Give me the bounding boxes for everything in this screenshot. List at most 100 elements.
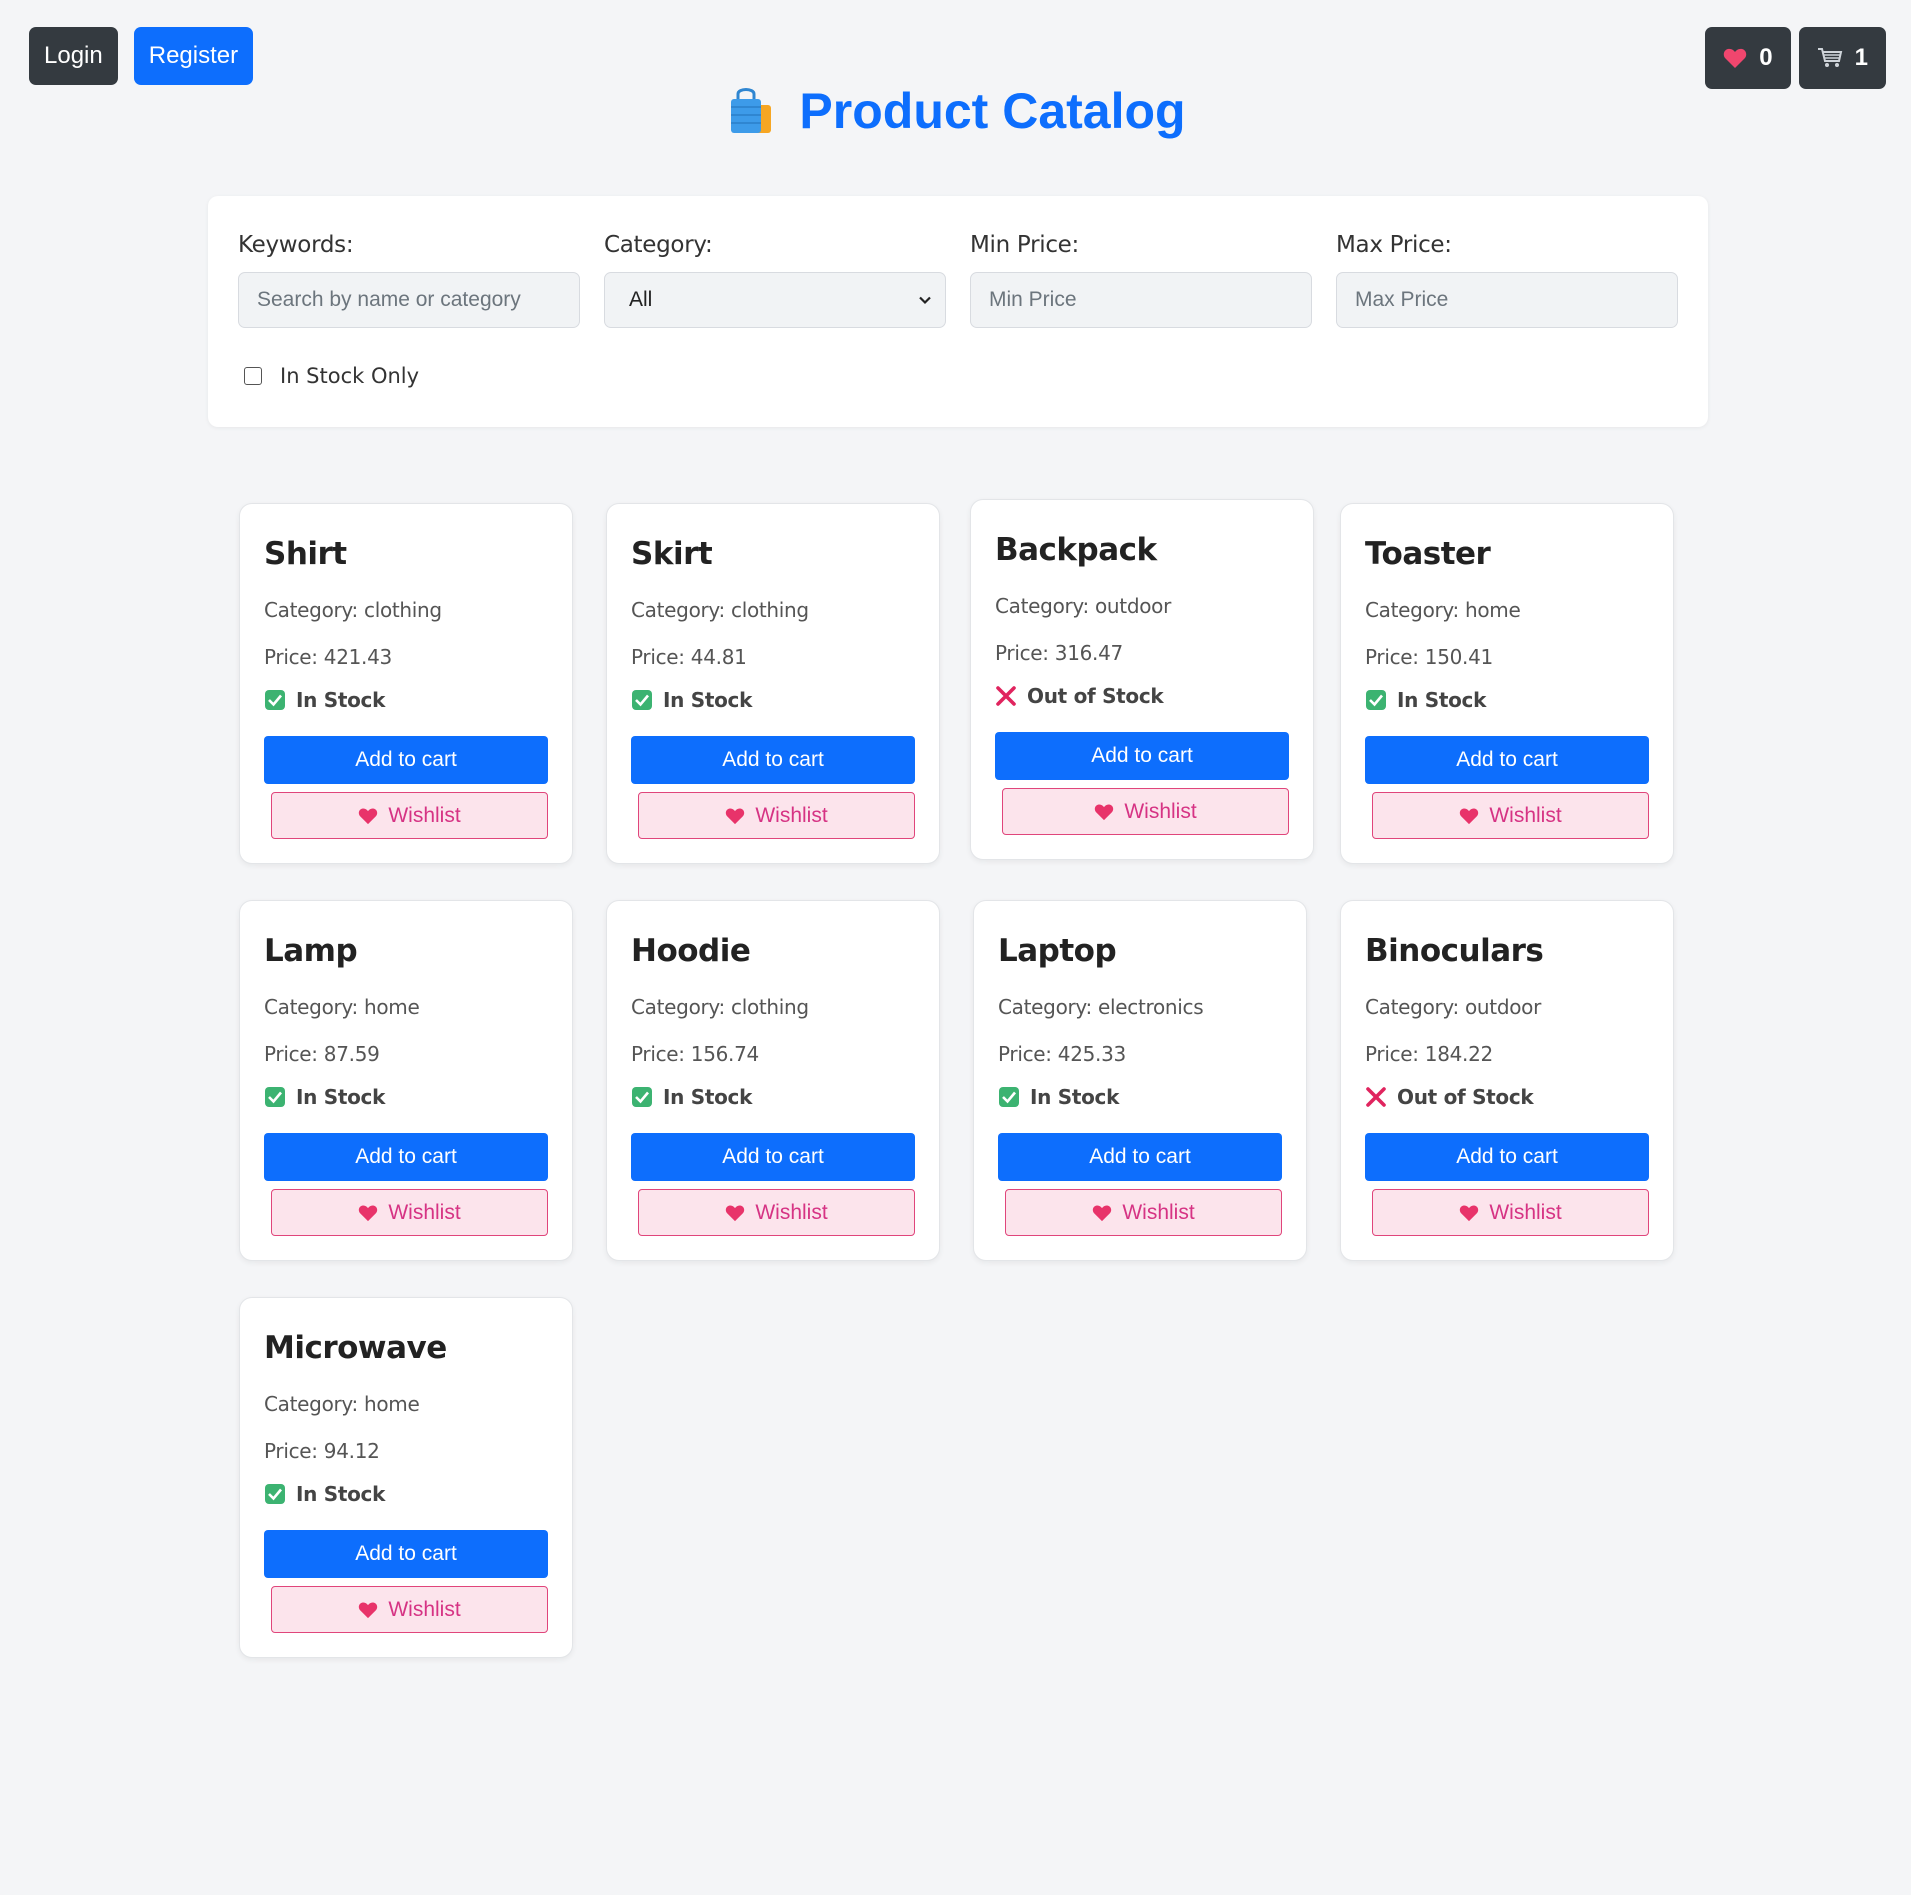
- product-price: Price: 421.43: [264, 645, 392, 669]
- wishlist-button-label: Wishlist: [1489, 1200, 1562, 1224]
- wishlist-button-label: Wishlist: [1122, 1200, 1195, 1224]
- stock-status-text: Out of Stock: [1027, 684, 1164, 708]
- stock-status: In Stock: [631, 688, 915, 712]
- add-to-cart-button[interactable]: Add to cart: [995, 732, 1289, 780]
- wishlist-button-label: Wishlist: [755, 803, 828, 827]
- product-card: Skirt Category: clothing Price: 44.81 In St…: [606, 503, 940, 864]
- product-card: Laptop Category: electronics Price: 425.33…: [973, 900, 1307, 1261]
- add-to-cart-button[interactable]: Add to cart: [264, 1530, 548, 1578]
- check-icon: [265, 690, 285, 710]
- keywords-label: Keywords:: [238, 232, 354, 258]
- wishlist-button[interactable]: Wishlist: [1372, 1189, 1649, 1236]
- product-card: Lamp Category: home Price: 87.59 In Stock Ad…: [239, 900, 573, 1261]
- chevron-down-icon: [919, 296, 931, 305]
- wishlist-button[interactable]: Wishlist: [1002, 788, 1289, 835]
- wishlist-button[interactable]: Wishlist: [1005, 1189, 1282, 1236]
- check-icon: [265, 1484, 285, 1504]
- keywords-input[interactable]: [238, 272, 580, 328]
- wishlist-button[interactable]: Wishlist: [638, 1189, 915, 1236]
- check-icon: [632, 1087, 652, 1107]
- login-button[interactable]: Login: [29, 27, 118, 85]
- category-label: Category:: [604, 232, 713, 258]
- wishlist-button[interactable]: Wishlist: [271, 1189, 548, 1236]
- product-card: Microwave Category: home Price: 94.12 In St…: [239, 1297, 573, 1658]
- product-price: Price: 425.33: [998, 1042, 1126, 1066]
- product-name: Skirt: [631, 536, 713, 572]
- in-stock-label: In Stock Only: [280, 364, 420, 388]
- stock-status-text: In Stock: [296, 1482, 386, 1506]
- wishlist-button-label: Wishlist: [388, 1597, 461, 1621]
- check-icon: [1366, 690, 1386, 710]
- wishlist-counter-button[interactable]: 0: [1705, 27, 1791, 89]
- wishlist-button[interactable]: Wishlist: [271, 1586, 548, 1633]
- wishlist-count: 0: [1759, 44, 1773, 71]
- stock-status-text: In Stock: [296, 1085, 386, 1109]
- max-price-input[interactable]: [1336, 272, 1678, 328]
- wishlist-button[interactable]: Wishlist: [271, 792, 548, 839]
- min-price-label: Min Price:: [970, 232, 1079, 258]
- product-name: Backpack: [995, 532, 1157, 568]
- filter-panel: Keywords: Category: All Min Price: Max P…: [208, 196, 1708, 427]
- cross-icon: [996, 686, 1016, 706]
- add-to-cart-button[interactable]: Add to cart: [1365, 1133, 1649, 1181]
- add-to-cart-button[interactable]: Add to cart: [998, 1133, 1282, 1181]
- product-name: Lamp: [264, 933, 358, 969]
- stock-status: Out of Stock: [995, 684, 1289, 708]
- product-card: Backpack Category: outdoor Price: 316.47 Ou…: [970, 499, 1314, 860]
- product-price: Price: 87.59: [264, 1042, 380, 1066]
- cart-counter-button[interactable]: 1: [1798, 27, 1886, 89]
- wishlist-button[interactable]: Wishlist: [1372, 792, 1649, 839]
- page-title: Product Catalog: [0, 82, 1911, 140]
- add-to-cart-button[interactable]: Add to cart: [264, 1133, 548, 1181]
- in-stock-filter: In Stock Only: [244, 364, 419, 388]
- wishlist-button-label: Wishlist: [388, 803, 461, 827]
- heart-icon: [1095, 804, 1114, 820]
- product-price: Price: 316.47: [995, 641, 1123, 665]
- category-select[interactable]: All: [604, 272, 946, 328]
- cross-icon: [1366, 1087, 1386, 1107]
- wishlist-button[interactable]: Wishlist: [638, 792, 915, 839]
- cart-icon: [1817, 48, 1842, 67]
- heart-icon: [726, 1205, 745, 1221]
- min-price-input[interactable]: [970, 272, 1312, 328]
- counter-bar: 0 1: [1705, 27, 1886, 89]
- product-name: Toaster: [1365, 536, 1491, 572]
- product-name: Laptop: [998, 933, 1117, 969]
- add-to-cart-button[interactable]: Add to cart: [1365, 736, 1649, 784]
- product-card: Toaster Category: home Price: 150.41 In Sto…: [1340, 503, 1674, 864]
- add-to-cart-button[interactable]: Add to cart: [264, 736, 548, 784]
- wishlist-button-label: Wishlist: [388, 1200, 461, 1224]
- stock-status-text: In Stock: [663, 688, 753, 712]
- wishlist-button-label: Wishlist: [1489, 803, 1562, 827]
- max-price-filter: Max Price:: [1336, 232, 1678, 328]
- add-to-cart-button[interactable]: Add to cart: [631, 736, 915, 784]
- stock-status-text: Out of Stock: [1397, 1085, 1534, 1109]
- product-price: Price: 184.22: [1365, 1042, 1493, 1066]
- check-icon: [999, 1087, 1019, 1107]
- product-price: Price: 94.12: [264, 1439, 380, 1463]
- product-name: Hoodie: [631, 933, 751, 969]
- category-filter: Category: All: [604, 232, 946, 328]
- heart-icon: [726, 808, 745, 824]
- heart-icon: [1460, 1205, 1479, 1221]
- heart-icon: [1460, 808, 1479, 824]
- stock-status: In Stock: [1365, 688, 1649, 712]
- wishlist-button-label: Wishlist: [1124, 799, 1197, 823]
- stock-status-text: In Stock: [1030, 1085, 1120, 1109]
- add-to-cart-button[interactable]: Add to cart: [631, 1133, 915, 1181]
- stock-status: In Stock: [998, 1085, 1282, 1109]
- stock-status: In Stock: [264, 1085, 548, 1109]
- check-icon: [265, 1087, 285, 1107]
- in-stock-checkbox[interactable]: [244, 367, 262, 385]
- product-name: Shirt: [264, 536, 347, 572]
- product-name: Microwave: [264, 1330, 447, 1366]
- product-price: Price: 156.74: [631, 1042, 759, 1066]
- product-name: Binoculars: [1365, 933, 1544, 969]
- register-button[interactable]: Register: [133, 27, 254, 85]
- heart-icon: [1724, 48, 1747, 68]
- stock-status: In Stock: [264, 1482, 548, 1506]
- keywords-filter: Keywords:: [238, 232, 580, 328]
- product-price: Price: 150.41: [1365, 645, 1493, 669]
- page-title-text: Product Catalog: [799, 83, 1186, 139]
- max-price-label: Max Price:: [1336, 232, 1452, 258]
